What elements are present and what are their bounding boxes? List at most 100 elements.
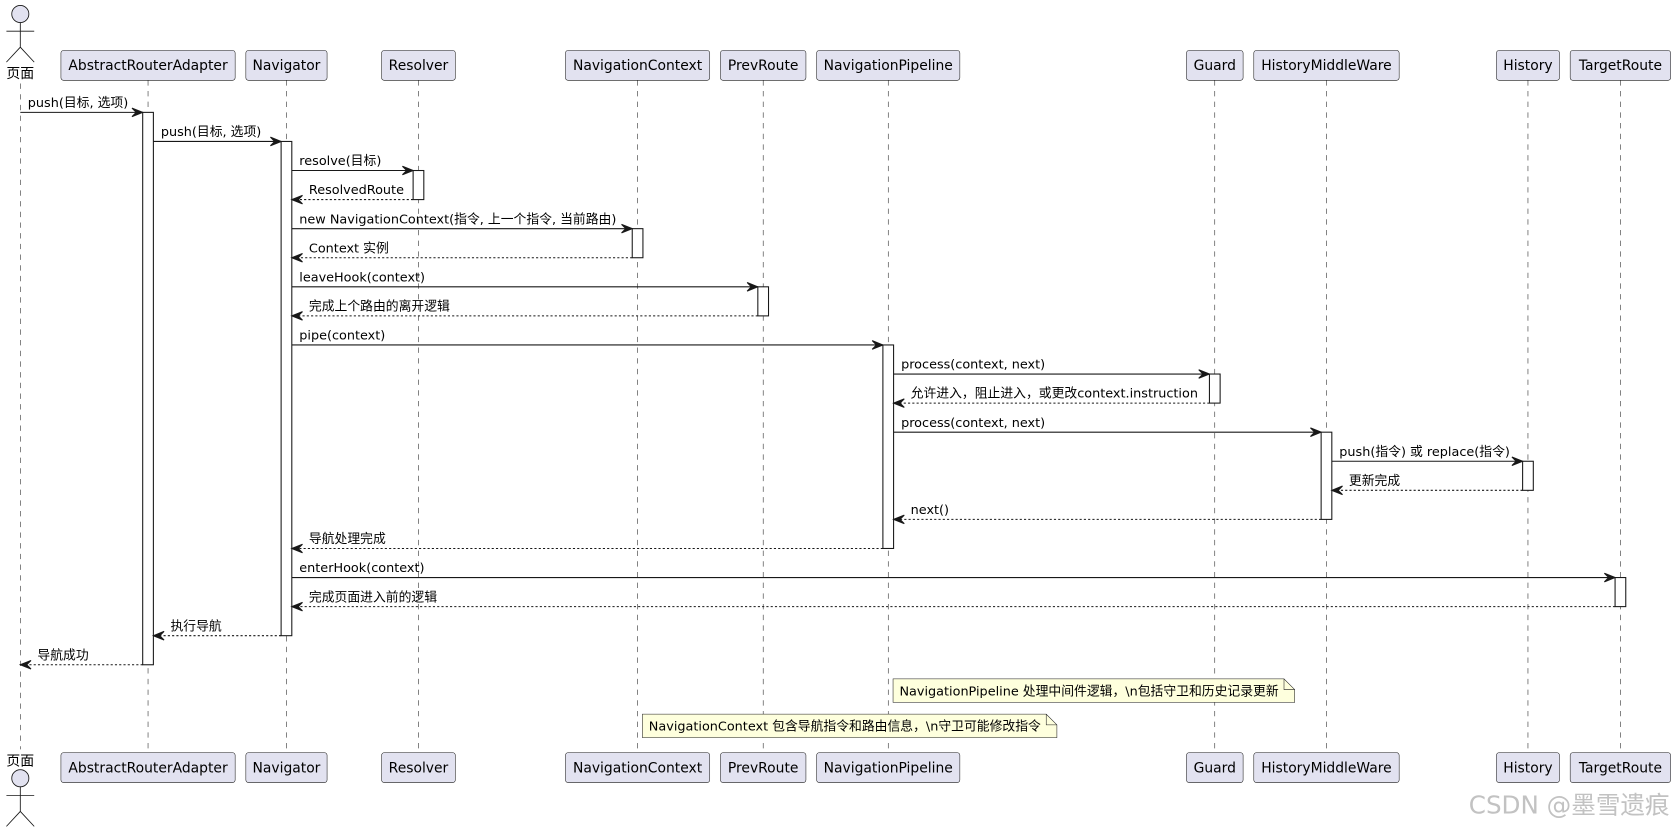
message-label: resolve(目标) (299, 154, 381, 169)
participant-label: Resolver (389, 58, 449, 74)
activation-bar-prevroute (757, 286, 770, 317)
message-label: 完成页面进入前的逻辑 (309, 589, 437, 605)
message-4: ResolvedRoute (290, 183, 414, 205)
participant-abstractrouteradapter-bottom: AbstractRouterAdapter (60, 752, 236, 783)
activation-bar-guard (1208, 373, 1221, 404)
message-20: 导航成功 (18, 647, 143, 670)
message-9: pipe(context) (291, 329, 885, 350)
participant-resolver-top: Resolver (381, 50, 456, 81)
note-text: NavigationContext 包含导航指令和路由信息，\n守卫可能修改指令 (649, 719, 1041, 735)
participant-navigationpipeline-top: NavigationPipeline (816, 50, 961, 81)
participant-resolver-bottom: Resolver (381, 752, 456, 783)
actor-body (6, 22, 35, 63)
diagram-canvas: 页面 页面 AbstractRouterAdapter AbstractRouterA… (0, 0, 1676, 834)
message-11: 允许进入，阻止进入，或更改context.instruction (892, 386, 1210, 408)
messages: push(目标, 选项) push(目标, 选项) resolve(目标) Resol… (18, 96, 1617, 670)
message-label: leaveHook(context) (299, 270, 425, 285)
message-label: process(context, next) (901, 416, 1045, 431)
message-14: 更新完成 (1330, 473, 1523, 496)
message-13: push(指令) 或 replace(指令) (1331, 445, 1525, 467)
participant-guard-top: Guard (1186, 50, 1244, 81)
participant-navigationcontext-top: NavigationContext (565, 50, 711, 81)
participant-label: NavigationContext (573, 58, 703, 74)
activation-bar-navigationcontext (631, 228, 644, 259)
participant-navigator-bottom: Navigator (245, 752, 328, 783)
message-19: 执行导航 (151, 618, 282, 641)
participant-label: AbstractRouterAdapter (68, 760, 228, 776)
participant-label: NavigationPipeline (824, 760, 953, 776)
actor-body (6, 786, 35, 827)
notes: NavigationPipeline 处理中间件逻辑，\n包括守卫和历史记录更新… (642, 678, 1295, 738)
message-label: push(目标, 选项) (161, 125, 261, 140)
message-label: 允许进入，阻止进入，或更改context.instruction (911, 386, 1198, 402)
participant-label: Resolver (389, 760, 449, 776)
message-label: 执行导航 (170, 618, 221, 634)
actor-page-top: 页面 (6, 5, 35, 82)
participant-label: TargetRoute (1578, 760, 1662, 776)
participant-label: NavigationContext (573, 760, 703, 776)
participant-history-top: History (1496, 50, 1560, 81)
actor-page-bottom: 页面 (6, 753, 35, 827)
participant-label: NavigationPipeline (824, 58, 953, 74)
message-label: ResolvedRoute (309, 183, 404, 198)
participant-label: HistoryMiddleWare (1261, 58, 1391, 74)
note-1: NavigationPipeline 处理中间件逻辑，\n包括守卫和历史记录更新 (892, 678, 1295, 703)
watermark-text: CSDN @墨雪遗痕 (1469, 791, 1670, 820)
message-10: process(context, next) (893, 358, 1211, 379)
message-label: push(目标, 选项) (28, 96, 128, 111)
participant-abstractrouteradapter-top: AbstractRouterAdapter (60, 50, 236, 81)
participant-label: PrevRoute (728, 760, 799, 776)
message-label: 完成上个路由的离开逻辑 (309, 299, 450, 315)
message-5: new NavigationContext(指令, 上一个指令, 当前路由) (291, 211, 634, 234)
message-label: next() (911, 503, 949, 518)
arrowhead (892, 514, 905, 525)
participant-historymiddleware-top: HistoryMiddleWare (1253, 50, 1400, 81)
actor-head (11, 5, 30, 24)
message-1: push(目标, 选项) (20, 96, 145, 118)
actor-head (11, 769, 30, 788)
participant-prevroute-top: PrevRoute (720, 50, 807, 81)
arrowhead (892, 398, 905, 408)
activation-bar-resolver (412, 169, 425, 201)
participant-targetroute-top: TargetRoute (1569, 50, 1671, 81)
participant-label: Navigator (253, 760, 321, 776)
participant-label: HistoryMiddleWare (1261, 760, 1391, 776)
arrowhead (290, 311, 303, 321)
note-text: NavigationPipeline 处理中间件逻辑，\n包括守卫和历史记录更新 (899, 683, 1278, 699)
participant-navigator-top: Navigator (245, 50, 328, 81)
message-label: 更新完成 (1349, 473, 1400, 489)
participant-label: Guard (1194, 760, 1236, 776)
message-label: Context 实例 (309, 241, 389, 256)
activation-bar-history (1522, 460, 1534, 491)
message-15: next() (892, 503, 1322, 525)
message-2: push(目标, 选项) (153, 125, 283, 147)
activation-bar-navigationpipeline (882, 344, 895, 550)
participant-label: History (1503, 58, 1552, 74)
message-12: process(context, next) (893, 416, 1323, 437)
lifelines (20, 80, 1621, 753)
message-label: new NavigationContext(指令, 上一个指令, 当前路由) (299, 211, 616, 227)
sequence-diagram: 页面页面AbstractRouterAdapterAbstractRouterA… (6, 5, 1671, 827)
participant-prevroute-bottom: PrevRoute (720, 752, 807, 783)
message-label: enterHook(context) (299, 561, 424, 576)
message-label: 导航处理完成 (309, 531, 386, 547)
participant-label: PrevRoute (728, 58, 799, 74)
activation-bar-navigator (280, 140, 293, 637)
arrowhead (151, 630, 165, 641)
participant-history-bottom: History (1496, 752, 1560, 783)
message-3: resolve(目标) (291, 154, 415, 176)
participant-targetroute-bottom: TargetRoute (1569, 752, 1671, 783)
message-label: 导航成功 (37, 647, 88, 663)
participant-historymiddleware-bottom: HistoryMiddleWare (1253, 752, 1400, 783)
message-7: leaveHook(context) (291, 270, 760, 292)
actor-label: 页面 (6, 753, 34, 769)
participant-label: TargetRoute (1578, 58, 1662, 74)
participant-navigationcontext-bottom: NavigationContext (565, 752, 711, 783)
participant-navigationpipeline-bottom: NavigationPipeline (816, 752, 961, 783)
participant-label: Navigator (253, 58, 321, 74)
message-label: process(context, next) (901, 358, 1045, 373)
message-16: 导航处理完成 (290, 531, 883, 554)
activation-bar-historymiddleware (1320, 431, 1333, 520)
participant-label: History (1503, 760, 1552, 776)
message-8: 完成上个路由的离开逻辑 (290, 299, 758, 321)
